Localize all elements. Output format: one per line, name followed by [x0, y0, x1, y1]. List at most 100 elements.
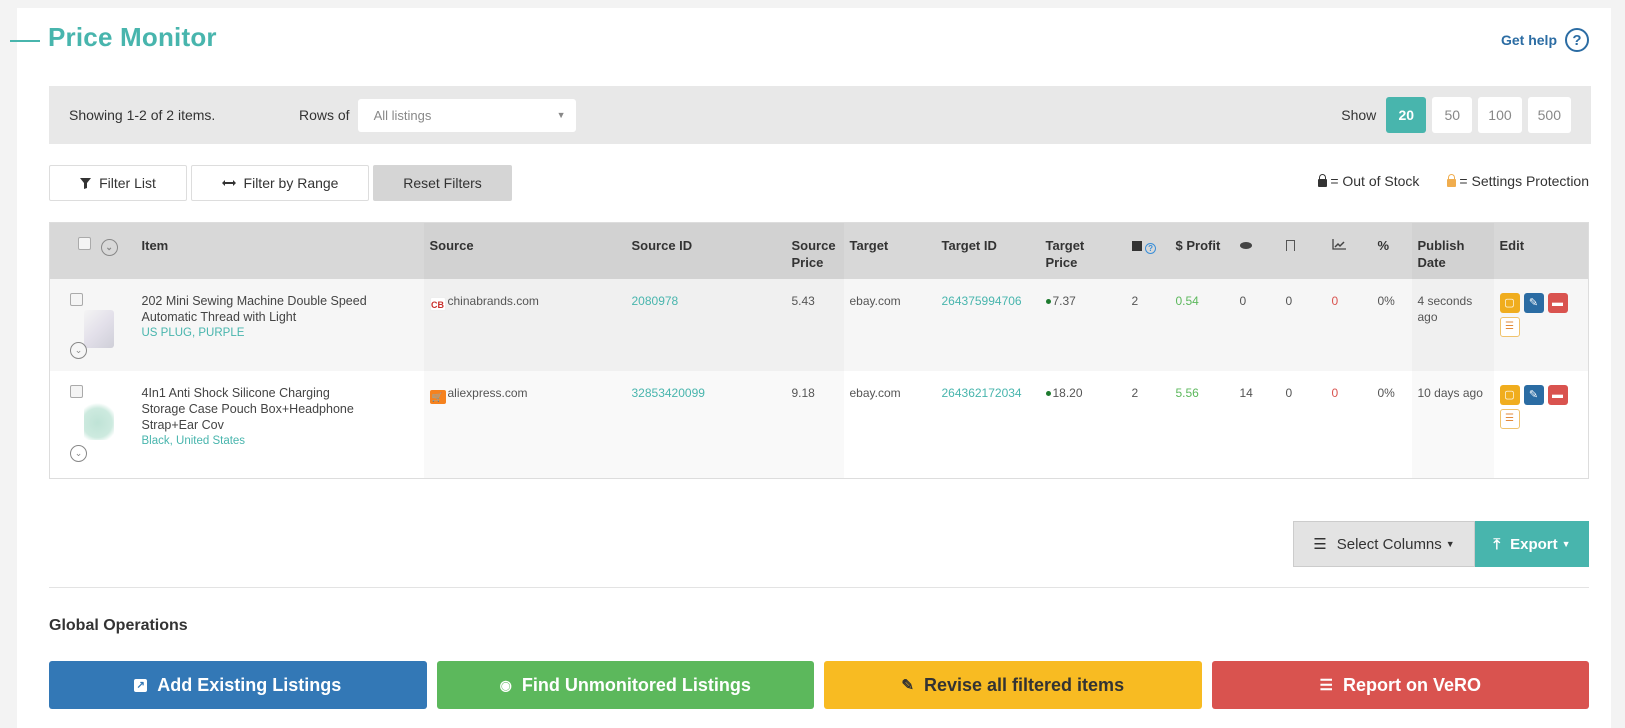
- pencil-icon[interactable]: ✎: [1523, 292, 1544, 313]
- col-publish-date[interactable]: Publish Date: [1412, 223, 1494, 279]
- item-title-line[interactable]: Storage Case Pouch Box+Headphone: [142, 401, 418, 417]
- edit-buttons: ▢ ✎ ▬ ☰: [1499, 292, 1576, 337]
- rows-of-label: Rows of: [299, 107, 350, 123]
- get-help-link[interactable]: Get help ?: [1501, 28, 1589, 52]
- col-source-price[interactable]: Source Price: [786, 223, 844, 279]
- target-price-cell: 18.20: [1040, 371, 1126, 479]
- table-row: ⌄ 4In1 Anti Shock Silicone Charging Stor…: [49, 370, 1589, 479]
- target-id-cell: 264375994706: [936, 279, 1040, 371]
- col-edit: Edit: [1499, 238, 1525, 253]
- expand-row-icon[interactable]: ⌄: [70, 444, 87, 462]
- arrows-horizontal-icon: [221, 180, 236, 186]
- expand-row-icon[interactable]: ⌄: [70, 341, 87, 359]
- source-id-link[interactable]: 32853420099: [632, 386, 705, 400]
- filter-list-button[interactable]: Filter List: [49, 165, 187, 201]
- col-target-price-line2: Price: [1045, 255, 1078, 270]
- rows-of-value: All listings: [373, 107, 432, 123]
- history-list-icon[interactable]: ☰: [1499, 316, 1520, 337]
- watchers-cell: 0: [1285, 385, 1293, 400]
- col-views[interactable]: [1234, 223, 1280, 279]
- caret-down-icon: ▼: [556, 110, 566, 120]
- help-small-icon[interactable]: ?: [1145, 243, 1157, 254]
- publish-date-cell: 4 seconds ago: [1412, 279, 1494, 371]
- external-link-icon: ↗: [134, 678, 148, 692]
- find-unmonitored-listings-button[interactable]: ◉ Find Unmonitored Listings: [436, 661, 814, 709]
- showing-count: Showing 1-2 of 2 items.: [69, 107, 216, 123]
- page-size-20-button[interactable]: 20: [1386, 97, 1427, 133]
- listing-toolbar: Showing 1-2 of 2 items. Rows of All list…: [49, 86, 1591, 144]
- col-sales[interactable]: [1326, 223, 1372, 279]
- expand-all-icon[interactable]: ⌄: [100, 239, 118, 256]
- chinabrands-logo-icon: CB: [429, 296, 446, 311]
- list-icon: ☰: [1313, 536, 1327, 553]
- select-all-checkbox[interactable]: [78, 237, 91, 250]
- edit-cell: ▢ ✎ ▬ ☰: [1494, 279, 1589, 371]
- views-cell: 0: [1239, 293, 1247, 308]
- col-percent[interactable]: %: [1372, 223, 1412, 279]
- product-thumbnail: [84, 401, 114, 440]
- revise-filtered-items-label: Revise all filtered items: [923, 674, 1125, 695]
- source-name: aliexpress.com: [447, 385, 528, 400]
- source-name: chinabrands.com: [447, 293, 539, 308]
- list-ordered-icon: ☰: [1319, 677, 1333, 694]
- reset-filters-button[interactable]: Reset Filters: [373, 165, 512, 201]
- target-cell: ebay.com: [849, 293, 901, 308]
- col-source-id[interactable]: Source ID: [626, 223, 786, 279]
- publish-date-line2: ago: [1417, 309, 1438, 324]
- export-button[interactable]: ⤒ Export ▼: [1475, 521, 1589, 567]
- col-watchers[interactable]: [1280, 223, 1326, 279]
- bookmark-icon: [1285, 240, 1295, 251]
- page-size-100-button[interactable]: 100: [1478, 97, 1522, 133]
- page-size-500-button[interactable]: 500: [1527, 97, 1571, 133]
- revise-filtered-items-button[interactable]: ✎ Revise all filtered items: [824, 661, 1202, 709]
- report-on-vero-button[interactable]: ☰ Report on VeRO: [1211, 661, 1589, 709]
- edit-square-icon: ✎: [901, 677, 914, 694]
- source-id-cell: 2080978: [626, 279, 786, 371]
- note-icon[interactable]: ▢: [1499, 292, 1520, 313]
- history-list-icon[interactable]: ☰: [1499, 408, 1520, 429]
- profit-cell: 5.56: [1175, 385, 1199, 400]
- col-source[interactable]: Source: [424, 223, 626, 279]
- col-target-id[interactable]: Target ID: [936, 223, 1040, 279]
- col-quantity[interactable]: ?: [1126, 223, 1170, 279]
- trash-icon[interactable]: ▬: [1547, 292, 1568, 313]
- listings-table: ⌄ Item Source Source ID Source Price Targ…: [49, 222, 1589, 479]
- add-existing-listings-button[interactable]: ↗ Add Existing Listings: [49, 661, 427, 709]
- box-icon: [1131, 241, 1142, 251]
- status-dot-icon: [1045, 298, 1051, 304]
- source-id-cell: 32853420099: [626, 371, 786, 479]
- lock-legend: = Out of Stock = Settings Protection: [1318, 173, 1589, 189]
- item-title-line[interactable]: 4In1 Anti Shock Silicone Charging: [142, 385, 418, 401]
- pencil-icon[interactable]: ✎: [1523, 384, 1544, 405]
- note-icon[interactable]: ▢: [1499, 384, 1520, 405]
- col-item[interactable]: Item: [136, 223, 424, 279]
- col-target-price[interactable]: Target Price: [1040, 223, 1126, 279]
- filter-by-range-button[interactable]: Filter by Range: [191, 165, 369, 201]
- target-id-link[interactable]: 264375994706: [942, 294, 1022, 308]
- item-title-line[interactable]: Strap+Ear Cov: [142, 417, 418, 433]
- target-id-link[interactable]: 264362172034: [942, 386, 1022, 400]
- caret-down-icon: ▼: [1561, 539, 1571, 549]
- table-row: ⌄ 202 Mini Sewing Machine Double Speed A…: [49, 278, 1589, 371]
- trash-icon[interactable]: ▬: [1547, 384, 1568, 405]
- get-help-label: Get help: [1500, 32, 1557, 48]
- item-title-line[interactable]: Automatic Thread with Light: [142, 309, 418, 325]
- lock-icon: [1318, 174, 1328, 187]
- orange-lock-icon: [1447, 174, 1457, 187]
- col-target[interactable]: Target: [844, 223, 936, 279]
- target-cell: ebay.com: [849, 385, 901, 400]
- item-title-line[interactable]: 202 Mini Sewing Machine Double Speed: [142, 293, 418, 309]
- row-checkbox[interactable]: [70, 384, 83, 398]
- select-columns-button[interactable]: ☰ Select Columns ▼: [1293, 521, 1475, 567]
- page-size-50-button[interactable]: 50: [1432, 97, 1473, 133]
- edit-buttons: ▢ ✎ ▬ ☰: [1499, 384, 1576, 429]
- help-circle-icon: ?: [1565, 28, 1589, 52]
- col-source-price-line1: Source: [791, 238, 836, 253]
- col-source-price-line2: Price: [791, 255, 824, 270]
- page-size-group: Show 20 50 100 500: [1341, 97, 1571, 133]
- col-profit[interactable]: $ Profit: [1170, 223, 1234, 279]
- row-checkbox[interactable]: [70, 292, 83, 306]
- funnel-icon: [80, 177, 92, 189]
- rows-of-select[interactable]: All listings ▼: [357, 98, 576, 132]
- source-id-link[interactable]: 2080978: [632, 294, 679, 308]
